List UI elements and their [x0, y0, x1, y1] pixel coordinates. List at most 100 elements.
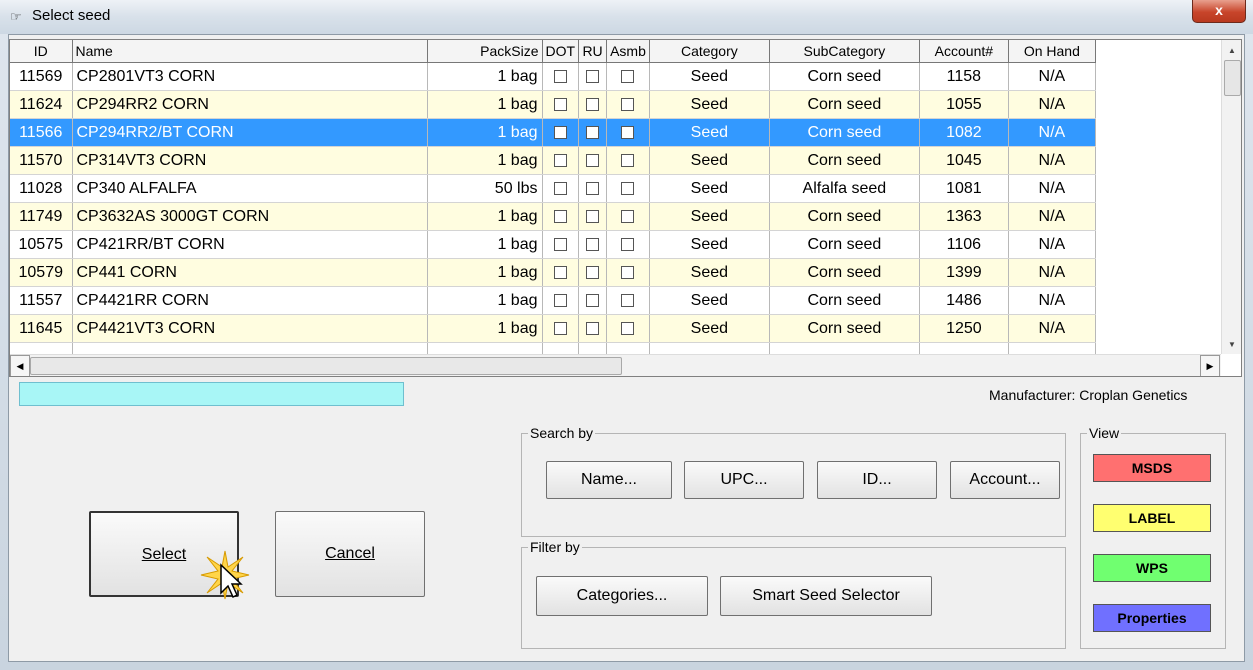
- horizontal-scrollbar[interactable]: ◀ ▶: [10, 354, 1221, 376]
- asmb-checkbox[interactable]: [621, 153, 635, 167]
- cancel-button[interactable]: Cancel: [275, 511, 425, 597]
- pointing-hand-icon: ☞: [10, 9, 22, 24]
- ru-checkbox[interactable]: [586, 321, 600, 335]
- dot-checkbox[interactable]: [553, 153, 567, 167]
- row-subcategory: Corn seed: [769, 118, 920, 147]
- close-button[interactable]: x: [1192, 0, 1246, 23]
- vertical-scroll-thumb[interactable]: [1224, 60, 1241, 96]
- ru-checkbox[interactable]: [586, 181, 600, 195]
- search-input[interactable]: [19, 382, 404, 406]
- ru-checkbox[interactable]: [586, 237, 600, 251]
- column-header-dot[interactable]: DOT: [542, 40, 580, 63]
- table-row[interactable]: 11569 CP2801VT3 CORN 1 bag Seed Corn seed 115…: [10, 62, 1096, 91]
- column-header-asmb[interactable]: Asmb: [606, 40, 650, 63]
- asmb-checkbox-cell: [606, 146, 650, 175]
- dot-checkbox[interactable]: [553, 69, 567, 83]
- column-header-onhand[interactable]: On Hand: [1008, 40, 1096, 63]
- filter-by-group: Filter by Categories... Smart Seed Selec…: [521, 539, 1066, 649]
- table-row[interactable]: 10579 CP441 CORN 1 bag Seed Corn seed 1399 N/A: [10, 258, 1096, 287]
- asmb-checkbox[interactable]: [621, 265, 635, 279]
- table-row[interactable]: 11566 CP294RR2/BT CORN 1 bag Seed Corn seed 1…: [10, 118, 1096, 147]
- ru-checkbox-cell: [578, 146, 608, 175]
- dot-checkbox[interactable]: [553, 125, 567, 139]
- window-title: Select seed: [32, 7, 111, 24]
- asmb-checkbox[interactable]: [621, 69, 635, 83]
- column-header-category[interactable]: Category: [649, 40, 770, 63]
- dot-checkbox[interactable]: [553, 265, 567, 279]
- msds-button[interactable]: MSDS: [1093, 454, 1211, 482]
- properties-button[interactable]: Properties: [1093, 604, 1211, 632]
- scroll-up-icon[interactable]: ▲: [1222, 42, 1241, 59]
- table-row[interactable]: 11645 CP4421VT3 CORN 1 bag Seed Corn seed 125…: [10, 314, 1096, 343]
- ru-checkbox[interactable]: [586, 97, 600, 111]
- asmb-checkbox-cell: [606, 258, 650, 287]
- asmb-checkbox[interactable]: [621, 181, 635, 195]
- table-row[interactable]: 11570 CP314VT3 CORN 1 bag Seed Corn seed 1045…: [10, 146, 1096, 175]
- column-header-name[interactable]: Name: [72, 40, 428, 63]
- select-seed-window: ☞ Select seed x ID Name PackSize DOT RU: [0, 0, 1253, 670]
- row-name: CP421RR/BT CORN: [72, 230, 428, 259]
- asmb-checkbox[interactable]: [621, 321, 635, 335]
- column-header-ru[interactable]: RU: [578, 40, 608, 63]
- filter-by-label: Filter by: [528, 539, 582, 555]
- dot-checkbox[interactable]: [553, 321, 567, 335]
- row-name: CP3632AS 3000GT CORN: [72, 202, 428, 231]
- row-onhand: N/A: [1008, 62, 1096, 91]
- column-header-packsize[interactable]: PackSize: [427, 40, 543, 63]
- dot-checkbox-cell: [542, 286, 580, 315]
- wps-button[interactable]: WPS: [1093, 554, 1211, 582]
- asmb-checkbox[interactable]: [621, 125, 635, 139]
- row-account: 1158: [919, 62, 1009, 91]
- ru-checkbox[interactable]: [586, 209, 600, 223]
- search-upc-button[interactable]: UPC...: [684, 461, 804, 499]
- label-button[interactable]: LABEL: [1093, 504, 1211, 532]
- asmb-checkbox[interactable]: [621, 209, 635, 223]
- table-row[interactable]: 11624 CP294RR2 CORN 1 bag Seed Corn seed 1055…: [10, 90, 1096, 119]
- dot-checkbox[interactable]: [553, 293, 567, 307]
- ru-checkbox[interactable]: [586, 265, 600, 279]
- row-account: 1363: [919, 202, 1009, 231]
- row-packsize: 1 bag: [427, 258, 543, 287]
- table-row[interactable]: 10575 CP421RR/BT CORN 1 bag Seed Corn seed 11…: [10, 230, 1096, 259]
- row-onhand: N/A: [1008, 202, 1096, 231]
- smart-seed-selector-button[interactable]: Smart Seed Selector: [720, 576, 932, 616]
- row-id: 11569: [10, 62, 73, 91]
- vertical-scrollbar[interactable]: ▲ ▼: [1221, 40, 1241, 354]
- row-account: 1081: [919, 174, 1009, 203]
- search-name-button[interactable]: Name...: [546, 461, 672, 499]
- table-row[interactable]: 11557 CP4421RR CORN 1 bag Seed Corn seed 1486…: [10, 286, 1096, 315]
- table-row[interactable]: 11749 CP3632AS 3000GT CORN 1 bag Seed Corn s…: [10, 202, 1096, 231]
- asmb-checkbox[interactable]: [621, 293, 635, 307]
- row-subcategory: Corn seed: [769, 230, 920, 259]
- asmb-checkbox[interactable]: [621, 97, 635, 111]
- dot-checkbox[interactable]: [553, 209, 567, 223]
- row-subcategory: Corn seed: [769, 146, 920, 175]
- row-subcategory: Corn seed: [769, 286, 920, 315]
- search-account-button[interactable]: Account...: [950, 461, 1060, 499]
- ru-checkbox[interactable]: [586, 69, 600, 83]
- ru-checkbox[interactable]: [586, 153, 600, 167]
- ru-checkbox[interactable]: [586, 125, 600, 139]
- categories-button[interactable]: Categories...: [536, 576, 708, 616]
- ru-checkbox[interactable]: [586, 293, 600, 307]
- dot-checkbox-cell: [542, 314, 580, 343]
- row-account: 1055: [919, 90, 1009, 119]
- dot-checkbox[interactable]: [553, 181, 567, 195]
- table-row[interactable]: 11028 CP340 ALFALFA 50 lbs Seed Alfalfa seed…: [10, 174, 1096, 203]
- scroll-left-icon[interactable]: ◀: [10, 355, 30, 376]
- horizontal-scroll-thumb[interactable]: [30, 357, 622, 375]
- scroll-right-icon[interactable]: ▶: [1200, 355, 1220, 376]
- dot-checkbox[interactable]: [553, 237, 567, 251]
- view-group: View MSDS LABEL WPS Properties: [1080, 425, 1226, 649]
- dot-checkbox[interactable]: [553, 97, 567, 111]
- asmb-checkbox[interactable]: [621, 237, 635, 251]
- column-header-subcategory[interactable]: SubCategory: [769, 40, 920, 63]
- column-header-id[interactable]: ID: [10, 40, 73, 63]
- search-id-button[interactable]: ID...: [817, 461, 937, 499]
- scroll-down-icon[interactable]: ▼: [1222, 336, 1241, 353]
- seed-grid[interactable]: ID Name PackSize DOT RU Asmb Category Su…: [9, 39, 1242, 377]
- row-subcategory: Corn seed: [769, 314, 920, 343]
- dot-checkbox-cell: [542, 118, 580, 147]
- column-header-account[interactable]: Account#: [919, 40, 1009, 63]
- ru-checkbox-cell: [578, 202, 608, 231]
